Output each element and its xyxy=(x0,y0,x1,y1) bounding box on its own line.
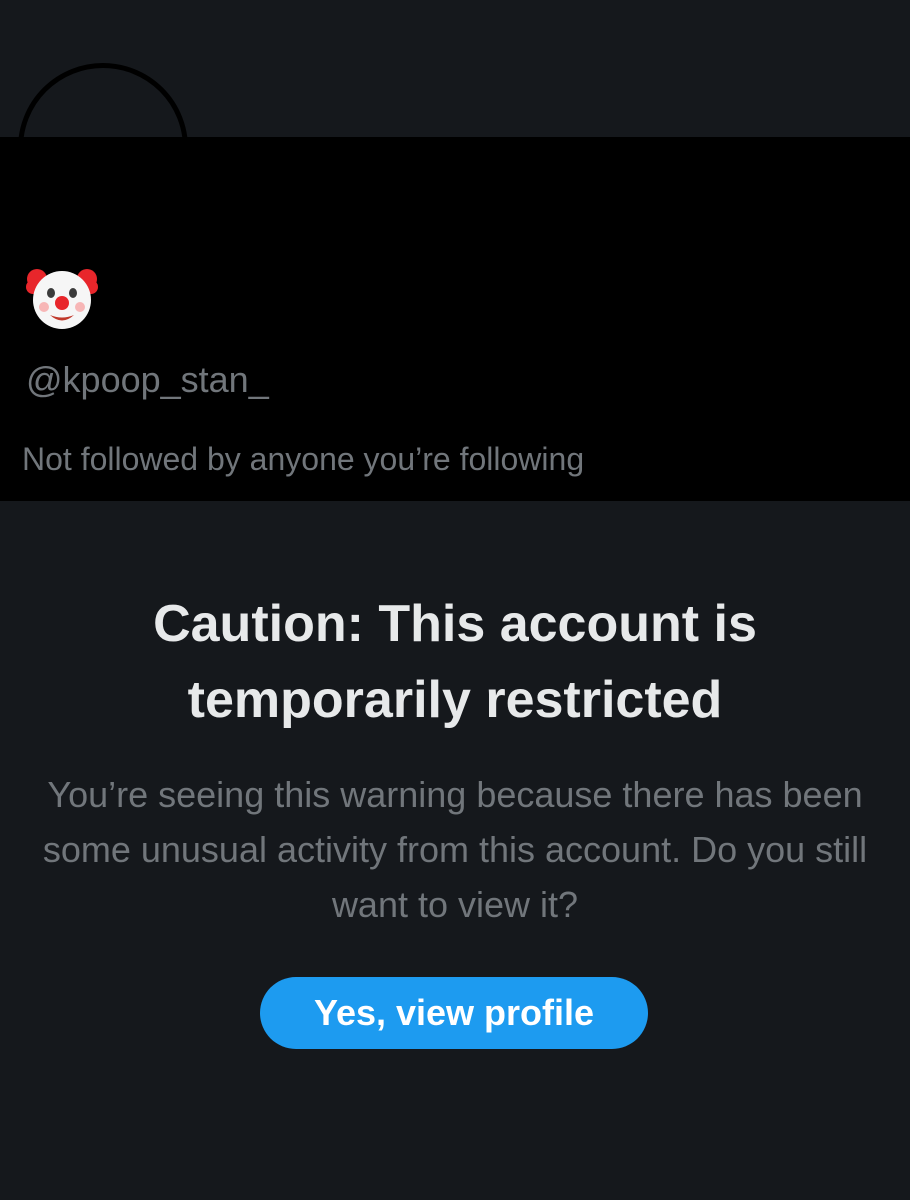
followers-you-know-note: Not followed by anyone you’re following xyxy=(22,441,585,477)
profile-handle: @kpoop_stan_ xyxy=(26,359,269,400)
avatar[interactable] xyxy=(18,63,188,233)
warning-title: Caution: This account is temporarily res… xyxy=(153,595,757,729)
view-profile-button[interactable]: Yes, view profile xyxy=(260,977,648,1049)
clown-face-icon xyxy=(26,269,98,329)
profile-page: @kpoop_stan_ Not followed by anyone you’… xyxy=(0,0,910,1200)
restriction-warning: Caution: This account is temporarily res… xyxy=(0,501,910,1200)
warning-message: You’re seeing this warning because there… xyxy=(42,774,868,925)
